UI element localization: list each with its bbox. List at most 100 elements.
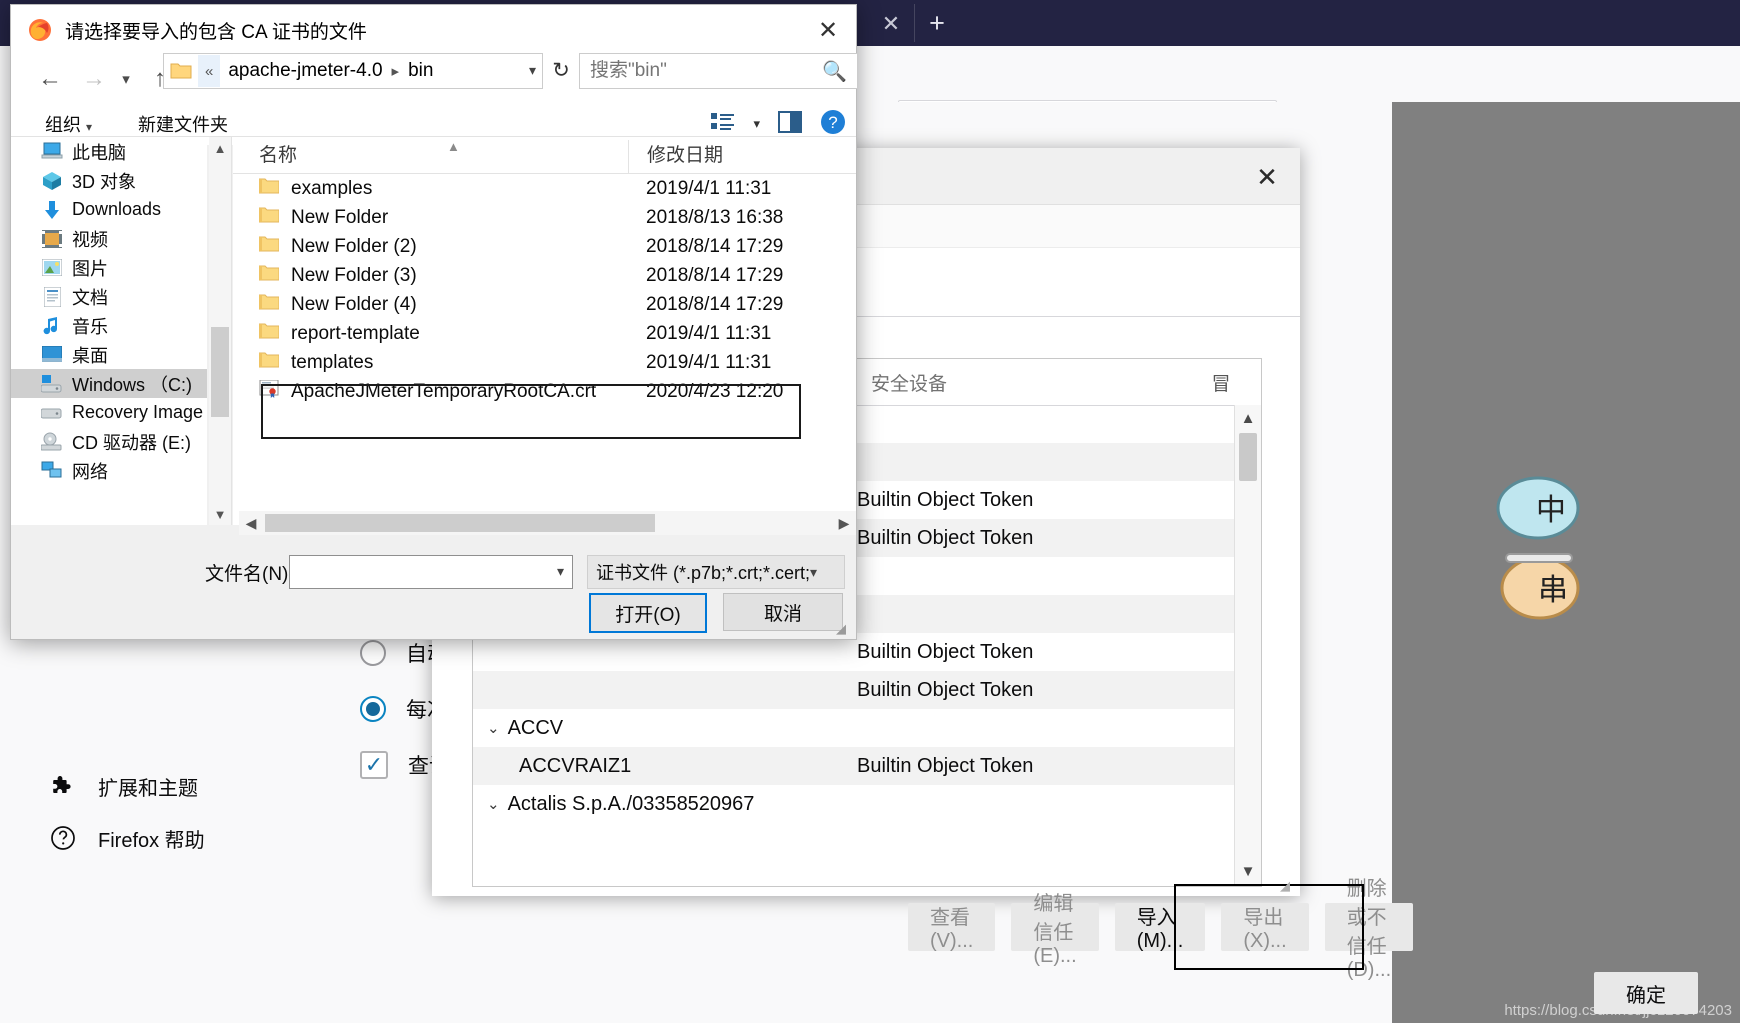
- certificate-name-cell: ACCVRAIZ1: [473, 755, 857, 778]
- file-dialog-resize-grip[interactable]: ◢: [836, 621, 850, 636]
- breadcrumb-dropdown-icon[interactable]: ▾: [529, 62, 536, 79]
- svg-text:?: ?: [828, 113, 837, 132]
- file-dialog-close-icon[interactable]: ✕: [806, 11, 850, 49]
- sidebar-item-8[interactable]: Windows （C:): [11, 369, 207, 398]
- col-name-header[interactable]: 名称: [233, 140, 628, 173]
- preferences-footer-links: 扩展和主题 Firefox 帮助: [50, 760, 470, 864]
- picture-icon: [41, 258, 63, 278]
- search-icon[interactable]: 🔍: [822, 59, 847, 84]
- filename-dropdown-icon[interactable]: ▾: [557, 563, 564, 580]
- sidebar-scroll-up-icon[interactable]: ▲: [209, 137, 231, 159]
- ok-button[interactable]: 确定: [1594, 972, 1698, 1014]
- certificate-group-row[interactable]: ⌄ Actalis S.p.A./03358520967: [473, 785, 1235, 823]
- sidebar-item-3[interactable]: 视频: [11, 224, 207, 253]
- sidebar-item-6[interactable]: 音乐: [11, 311, 207, 340]
- chevron-down-icon[interactable]: ⌄: [487, 719, 500, 737]
- file-name-cell: New Folder (2): [233, 235, 628, 258]
- new-folder-button[interactable]: 新建文件夹: [130, 111, 236, 137]
- firefox-help-link[interactable]: Firefox 帮助: [50, 812, 470, 864]
- music-icon: [41, 316, 63, 336]
- tab-close-icon[interactable]: ✕: [877, 10, 905, 38]
- sidebar-splitter[interactable]: [231, 137, 232, 525]
- search-input[interactable]: [588, 54, 807, 88]
- help-icon[interactable]: ?: [820, 109, 846, 140]
- sidebar-item-7[interactable]: 桌面: [11, 340, 207, 369]
- recent-locations-button[interactable]: ▾: [115, 62, 137, 96]
- breadcrumb[interactable]: « apache-jmeter-4.0 ▸ bin ▾: [163, 53, 543, 89]
- sidebar-scrollbar[interactable]: ▲ ▼: [209, 137, 231, 525]
- sidebar-item-5[interactable]: 文档: [11, 282, 207, 311]
- certificate-row[interactable]: Builtin Object Token: [473, 671, 1235, 709]
- breadcrumb-part-1[interactable]: bin: [408, 60, 433, 82]
- scroll-down-icon[interactable]: ▼: [1235, 858, 1261, 884]
- new-tab-button[interactable]: +: [922, 8, 952, 38]
- file-row[interactable]: New Folder (2) 2018/8/14 17:29: [233, 232, 856, 261]
- file-name-label: New Folder: [291, 206, 389, 228]
- sidebar-scroll-down-icon[interactable]: ▼: [209, 503, 231, 525]
- filename-input[interactable]: [296, 556, 544, 588]
- sidebar-scrollbar-thumb[interactable]: [211, 327, 229, 417]
- folder-icon: [258, 177, 280, 200]
- sidebar-item-4[interactable]: 图片: [11, 253, 207, 282]
- hscroll-right-icon[interactable]: ▶: [832, 515, 856, 532]
- file-name-cell: report-template: [233, 322, 628, 345]
- breadcrumb-part-0[interactable]: apache-jmeter-4.0: [220, 60, 382, 82]
- certmgr-close-icon[interactable]: ✕: [1248, 158, 1286, 196]
- file-list-hscrollbar[interactable]: ◀ ▶: [239, 511, 856, 535]
- file-row[interactable]: New Folder (3) 2018/8/14 17:29: [233, 261, 856, 290]
- radio-always-ask[interactable]: [360, 696, 386, 722]
- filetype-dropdown-icon[interactable]: ▾: [810, 564, 817, 581]
- file-name-label: New Folder (2): [291, 235, 417, 257]
- hscroll-left-icon[interactable]: ◀: [239, 515, 263, 532]
- sidebar-item-0[interactable]: 此电脑: [11, 137, 207, 166]
- edit-trust-button[interactable]: 编辑信任(E)...: [1011, 893, 1099, 967]
- sidebar-item-9[interactable]: Recovery Image: [11, 398, 207, 427]
- filetype-select[interactable]: 证书文件 (*.p7b;*.crt;*.cert;*.ce ▾: [587, 555, 845, 589]
- cancel-button[interactable]: 取消: [723, 593, 843, 631]
- col-modified-header[interactable]: 修改日期: [628, 140, 838, 173]
- col-security-device[interactable]: 安全设备: [871, 369, 1201, 396]
- view-dropdown-icon[interactable]: ▾: [753, 116, 760, 132]
- sidebar-item-1[interactable]: 3D 对象: [11, 166, 207, 195]
- file-dialog-title: 请选择要导入的包含 CA 证书的文件: [65, 21, 367, 43]
- organize-menu[interactable]: 组织 ▾: [37, 111, 100, 137]
- breadcrumb-separator-icon[interactable]: ▸: [383, 62, 409, 80]
- sidebar-item-2[interactable]: Downloads: [11, 195, 207, 224]
- refresh-icon[interactable]: ↻: [546, 55, 576, 85]
- certificate-name-cell: ⌄ Actalis S.p.A./03358520967: [473, 793, 857, 816]
- selected-file-focus-ring: [261, 384, 801, 439]
- breadcrumb-overflow[interactable]: «: [198, 55, 221, 87]
- file-row[interactable]: New Folder (4) 2018/8/14 17:29: [233, 290, 856, 319]
- file-dialog-titlebar: 请选择要导入的包含 CA 证书的文件 ✕: [11, 5, 856, 55]
- certificate-group-row[interactable]: ⌄ ACCV: [473, 709, 1235, 747]
- forward-button[interactable]: →: [77, 62, 111, 96]
- back-button[interactable]: ←: [33, 62, 67, 96]
- file-row[interactable]: templates 2019/4/1 11:31: [233, 348, 856, 377]
- scroll-up-icon[interactable]: ▲: [1235, 405, 1261, 431]
- scrollbar-thumb[interactable]: [1239, 433, 1257, 481]
- sidebar-item-label: 音乐: [72, 316, 108, 337]
- chevron-down-icon[interactable]: ⌄: [487, 795, 500, 813]
- file-row[interactable]: report-template 2019/4/1 11:31: [233, 319, 856, 348]
- sidebar-item-11[interactable]: 网络: [11, 456, 207, 485]
- file-row[interactable]: New Folder 2018/8/13 16:38: [233, 203, 856, 232]
- open-button[interactable]: 打开(O): [589, 593, 707, 633]
- extensions-and-themes-link[interactable]: 扩展和主题: [50, 760, 470, 812]
- view-list-icon[interactable]: [711, 112, 735, 137]
- view-button[interactable]: 查看(V)...: [908, 903, 996, 952]
- sidebar-item-label: 图片: [72, 258, 108, 279]
- resize-grip-icon[interactable]: ◢: [1280, 878, 1294, 893]
- col-extra[interactable]: 冒: [1201, 369, 1241, 396]
- sidebar-item-label: 文档: [72, 287, 108, 308]
- preview-pane-icon[interactable]: [778, 110, 802, 138]
- folder-icon: [258, 322, 280, 345]
- filename-combobox[interactable]: ▾: [289, 555, 573, 589]
- radio-auto[interactable]: [360, 640, 386, 666]
- certificate-list-scrollbar[interactable]: ▲ ▼: [1234, 405, 1261, 884]
- hscrollbar-thumb[interactable]: [265, 514, 655, 532]
- sidebar-item-10[interactable]: CD 驱动器 (E:): [11, 427, 207, 456]
- file-name-label: New Folder (4): [291, 293, 417, 315]
- file-row[interactable]: examples 2019/4/1 11:31: [233, 174, 856, 203]
- search-box[interactable]: 🔍: [579, 53, 858, 89]
- certificate-row[interactable]: ACCVRAIZ1 Builtin Object Token: [473, 747, 1235, 785]
